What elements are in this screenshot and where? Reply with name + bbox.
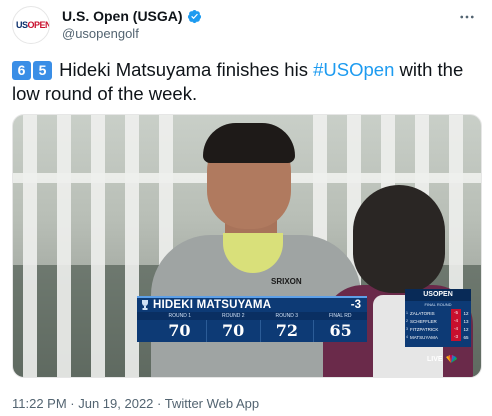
leaderboard-to-par: -3 xyxy=(451,333,461,341)
leaderboard-player: MATSUYAMA xyxy=(410,334,438,340)
round-score: 70 xyxy=(205,320,260,342)
leaderboard-row: 2 SCHEFFLER -4 13 xyxy=(405,317,471,325)
caddie-head xyxy=(353,185,445,293)
tweet-text-part: Hideki Matsuyama finishes his xyxy=(54,59,314,80)
leaderboard-row: 3 FITZPATRICK -4 12 xyxy=(405,325,471,333)
hashtag-link[interactable]: #USOpen xyxy=(313,59,394,80)
caddie-figure xyxy=(313,185,473,377)
fence-slat xyxy=(91,115,105,377)
leaderboard-graphic: USOPEN FINAL ROUND 1 ZALATORIS -5 12 2 S… xyxy=(405,289,471,347)
account-handle[interactable]: @usopengolf xyxy=(62,26,139,41)
leaderboard-logo: USOPEN xyxy=(405,289,471,301)
more-options-icon[interactable] xyxy=(456,6,478,28)
player-score-to-par: -3 xyxy=(350,299,361,311)
live-label: LIVE xyxy=(427,355,443,363)
round-score: 72 xyxy=(259,320,314,342)
round-headers: ROUND 1 ROUND 2 ROUND 3 FINAL RD xyxy=(137,312,367,320)
tweet-timestamp[interactable]: 11:22 PM · Jun 19, 2022 · Twitter Web Ap… xyxy=(12,396,259,411)
leaderboard-round: 12 xyxy=(463,326,469,332)
round-header: ROUND 1 xyxy=(168,313,191,319)
name-row: U.S. Open (USGA) xyxy=(62,7,202,25)
keycap-six-emoji: 6 xyxy=(12,61,31,80)
round-scores: 70 70 72 65 xyxy=(137,320,367,342)
leaderboard-title: FINAL ROUND xyxy=(424,302,452,307)
leaderboard-player: ZALATORIS xyxy=(410,310,435,316)
trophy-icon xyxy=(142,300,148,310)
leaderboard-player: SCHEFFLER xyxy=(410,318,437,324)
lower-third-graphic: HIDEKI MATSUYAMA -3 ROUND 1 ROUND 2 ROUN… xyxy=(137,296,367,344)
leaderboard-player: FITZPATRICK xyxy=(410,326,439,332)
tweet-text: 65 Hideki Matsuyama finishes his #USOpen… xyxy=(12,58,482,106)
shirt-logo: SRIXON xyxy=(271,277,302,286)
leaderboard-to-par: -5 xyxy=(451,309,461,317)
live-indicator: LIVE xyxy=(427,355,457,363)
round-header: ROUND 2 xyxy=(221,313,245,319)
network-logo-icon xyxy=(445,355,457,363)
avatar-logo: USOPEN xyxy=(16,20,50,30)
keycap-five-emoji: 5 xyxy=(33,61,52,80)
round-header: FINAL RD xyxy=(328,313,352,319)
fence-slat xyxy=(23,115,37,377)
verified-badge-icon xyxy=(187,9,201,23)
lower-third-title-bar: HIDEKI MATSUYAMA -3 xyxy=(137,296,367,312)
leaderboard-round: 13 xyxy=(463,318,469,324)
leaderboard-round: 12 xyxy=(463,310,469,316)
round-score: 70 xyxy=(168,321,191,340)
leaderboard-row: 4 MATSUYAMA -3 65 xyxy=(405,333,471,341)
avatar[interactable]: USOPEN xyxy=(12,6,50,44)
display-name[interactable]: U.S. Open (USGA) xyxy=(62,8,183,24)
leaderboard-row: 1 ZALATORIS -5 12 xyxy=(405,309,471,317)
player-name: HIDEKI MATSUYAMA xyxy=(153,299,272,311)
leaderboard-to-par: -4 xyxy=(451,325,461,333)
leaderboard-round: 65 xyxy=(463,334,469,340)
round-header: ROUND 3 xyxy=(275,313,298,319)
fence-slat xyxy=(57,115,71,377)
tweet-header: USOPEN U.S. Open (USGA) @usopengolf xyxy=(12,4,480,48)
player-hair xyxy=(203,123,295,163)
tweet-media-image[interactable]: SRIXON HIDEKI MATSUYAMA -3 ROUND 1 ROUND… xyxy=(12,114,482,378)
round-score: 65 xyxy=(313,320,367,342)
leaderboard-to-par: -4 xyxy=(451,317,461,325)
